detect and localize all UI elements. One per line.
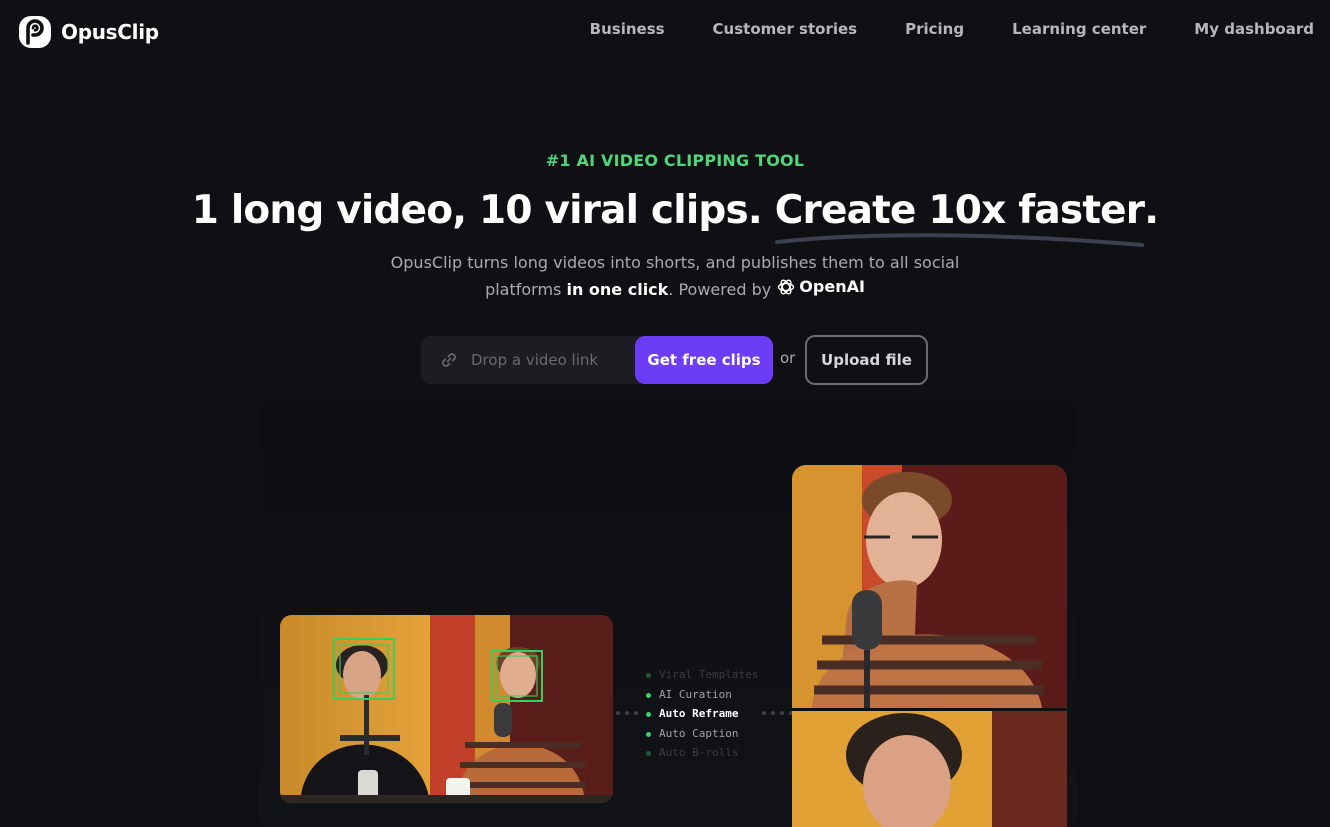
headline-part-1: 1 long video, 10 viral clips. [191, 188, 775, 233]
upload-file-button[interactable]: Upload file [805, 335, 928, 385]
source-video-frame [280, 615, 613, 803]
feature-label: AI Curation [659, 687, 732, 701]
openai-badge: OpenAI [776, 275, 865, 299]
connector-left [616, 711, 638, 715]
opusclip-logo-icon [19, 16, 51, 48]
main-nav: Business Customer stories Pricing Learni… [590, 20, 1314, 38]
top-navigation: OpusClip Business Customer stories Prici… [0, 0, 1330, 64]
nav-pricing[interactable]: Pricing [905, 20, 964, 38]
video-link-form: Get free clips [421, 336, 773, 384]
openai-label: OpenAI [799, 277, 865, 296]
feature-item-active: Auto Reframe [646, 707, 786, 727]
nav-my-dashboard[interactable]: My dashboard [1194, 20, 1314, 38]
openai-logo-icon [778, 279, 795, 295]
video-link-input[interactable] [469, 336, 633, 384]
sub-bold: in one click [566, 280, 669, 299]
feature-item: Auto Caption [646, 727, 786, 747]
headline-underline [774, 233, 1145, 247]
get-free-clips-button[interactable]: Get free clips [635, 336, 773, 384]
headline-emphasis: Create 10x faster [774, 188, 1145, 247]
reframed-clips-illustration [792, 465, 1067, 827]
brand-name: OpusClip [61, 20, 159, 44]
nav-business[interactable]: Business [590, 20, 665, 38]
feature-label: Auto Reframe [659, 707, 739, 720]
feature-item: Auto B-rolls [646, 746, 786, 766]
feature-item: Viral Templates [646, 668, 786, 688]
feature-item: AI Curation [646, 688, 786, 708]
or-separator: or [780, 349, 796, 367]
link-icon [442, 353, 456, 367]
feature-list: Viral Templates AI Curation Auto Reframe… [646, 668, 786, 766]
feature-label: Viral Templates [659, 668, 759, 681]
source-video-illustration [280, 615, 613, 803]
feature-label: Auto B-rolls [659, 746, 739, 759]
nav-customer-stories[interactable]: Customer stories [713, 20, 858, 38]
hero-eyebrow: #1 AI VIDEO CLIPPING TOOL [545, 151, 805, 170]
reframed-clips-preview [792, 465, 1067, 827]
headline-part-2: Create 10x faster [774, 188, 1145, 233]
sub-part-2: platforms [485, 280, 567, 299]
nav-learning-center[interactable]: Learning center [1012, 20, 1146, 38]
hero-headline: 1 long video, 10 viral clips. Create 10x… [0, 188, 1330, 247]
sub-line-2: platforms in one click. Powered by OpenA… [0, 275, 1330, 302]
brand-logo[interactable]: OpusClip [18, 15, 159, 49]
feature-label: Auto Caption [659, 726, 739, 740]
sub-line-1: OpusClip turns long videos into shorts, … [390, 253, 960, 272]
headline-part-3: . [1144, 188, 1159, 233]
sub-part-3: . Powered by [668, 280, 777, 299]
hero-subheadline: OpusClip turns long videos into shorts, … [0, 251, 1330, 302]
